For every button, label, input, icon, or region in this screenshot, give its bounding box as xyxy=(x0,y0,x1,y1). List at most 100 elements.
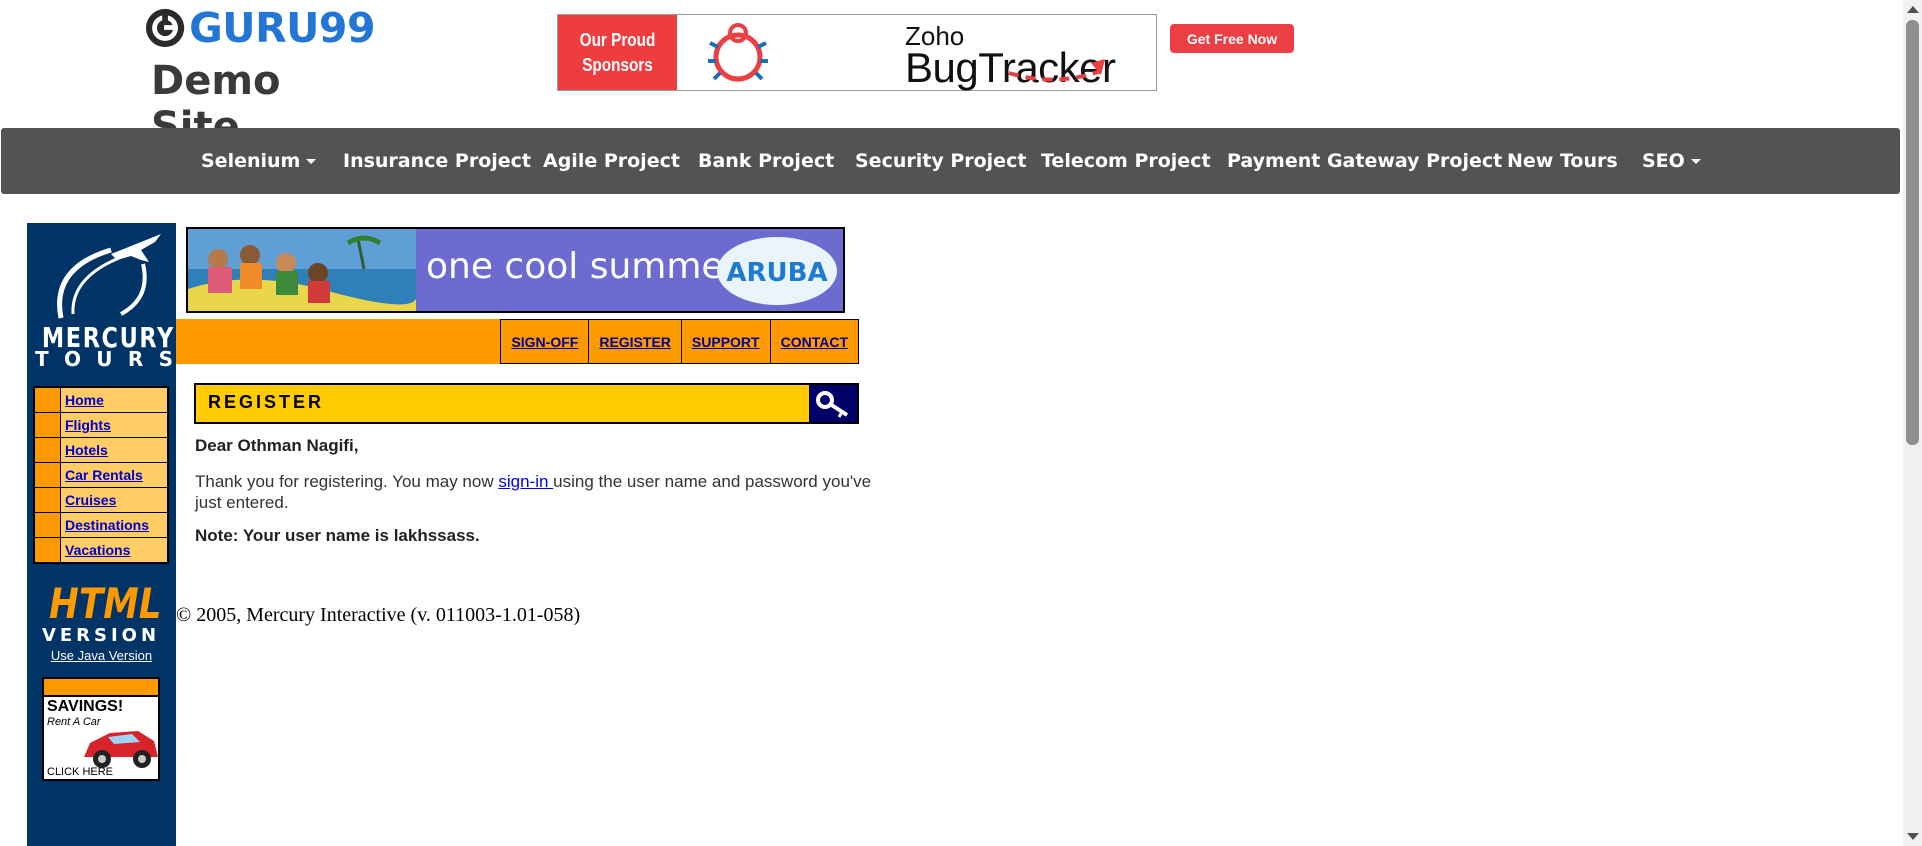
menu-row: Car Rentals xyxy=(35,463,167,487)
nav-seo-label: SEO xyxy=(1642,150,1685,172)
menu-link-hotels[interactable]: Hotels xyxy=(65,442,108,458)
guru99-logo[interactable]: GURU99 Demo Site xyxy=(145,4,375,150)
toolbar-links: SIGN-OFF REGISTER SUPPORT CONTACT xyxy=(500,319,859,364)
menu-bullet xyxy=(35,513,60,537)
nav-new-tours[interactable]: New Tours xyxy=(1507,128,1618,194)
nav-payment-gateway-project[interactable]: Payment Gateway Project xyxy=(1227,128,1502,194)
nav-seo[interactable]: SEO xyxy=(1642,128,1701,194)
nav-telecom-project[interactable]: Telecom Project xyxy=(1041,128,1211,194)
menu-link-car-rentals[interactable]: Car Rentals xyxy=(65,467,143,483)
rent-a-car-ad[interactable]: SAVINGS! Rent A Car CLICK HERE xyxy=(42,677,160,781)
sponsor-label: Our Proud Sponsors xyxy=(558,15,677,90)
aruba-banner-ad[interactable]: one cool summer ARUBA xyxy=(186,227,845,313)
scroll-down-icon[interactable] xyxy=(1907,833,1919,840)
vertical-scrollbar[interactable] xyxy=(1903,0,1922,846)
message-part: Thank you for registering. You may now xyxy=(195,472,499,491)
menu-bullet xyxy=(35,463,60,487)
menu-row: Cruises xyxy=(35,488,167,512)
menu-bullet xyxy=(35,488,60,512)
menu-link-home[interactable]: Home xyxy=(65,392,104,408)
sign-off-link[interactable]: SIGN-OFF xyxy=(511,334,578,350)
register-title: REGISTER xyxy=(208,392,325,412)
nav-agile-project[interactable]: Agile Project xyxy=(543,128,680,194)
sponsor-label-line2: Sponsors xyxy=(582,54,653,75)
sponsor-ad: Zoho BugTracker Get Free Now xyxy=(698,15,1294,91)
toolbar-cell: SIGN-OFF xyxy=(500,319,589,364)
dashed-arrow-icon xyxy=(1008,59,1105,82)
menu-row: Home xyxy=(35,388,167,412)
menu-bullet xyxy=(35,413,60,437)
svg-text:ARUBA: ARUBA xyxy=(726,258,827,288)
register-header: REGISTER xyxy=(194,383,859,424)
nav-insurance-project[interactable]: Insurance Project xyxy=(343,128,531,194)
html-version-badge: HTML VERSION xyxy=(41,579,162,659)
toolbar-cell: REGISTER xyxy=(588,319,681,364)
scrollbar-thumb[interactable] xyxy=(1906,20,1919,445)
beach-photo-icon xyxy=(188,229,416,311)
support-link[interactable]: SUPPORT xyxy=(692,334,760,350)
scroll-up-icon[interactable] xyxy=(1907,6,1919,13)
username-note: Note: Your user name is lakhssass. xyxy=(195,526,480,545)
toolbar-cell: SUPPORT xyxy=(680,319,770,364)
sponsor-banner[interactable]: Our Proud Sponsors Zoho BugTracker Get F… xyxy=(557,14,1294,91)
menu-cell: Hotels xyxy=(61,438,167,462)
menu-bullet xyxy=(35,538,60,562)
nav-security-project[interactable]: Security Project xyxy=(855,128,1026,194)
sponsor-label-line1: Our Proud xyxy=(579,29,656,50)
mercury-plane-logo-icon xyxy=(57,234,161,319)
caret-down-icon xyxy=(1690,159,1701,164)
html-badge-text: HTML xyxy=(49,579,162,628)
caret-down-icon xyxy=(306,159,317,164)
nav-selenium-label: Selenium xyxy=(201,150,301,172)
menu-cell: Home xyxy=(61,388,167,412)
ad-top-strip xyxy=(44,679,158,697)
copyright-text: © 2005, Mercury Interactive (v. 011003-1… xyxy=(176,604,581,626)
tours-letter: U xyxy=(96,347,113,371)
menu-row: Flights xyxy=(35,413,167,437)
ad-title: SAVINGS! xyxy=(47,698,124,715)
guru99-logo-icon xyxy=(145,8,185,48)
tours-letter: S xyxy=(158,347,173,371)
mercury-toolbar: SIGN-OFF REGISTER SUPPORT CONTACT xyxy=(176,319,859,364)
tours-letter: O xyxy=(63,347,81,371)
menu-link-vacations[interactable]: Vacations xyxy=(65,542,130,558)
register-link[interactable]: REGISTER xyxy=(599,334,671,350)
menu-link-flights[interactable]: Flights xyxy=(65,417,111,433)
main-navbar: Selenium Insurance Project Agile Project… xyxy=(1,128,1900,194)
menu-link-cruises[interactable]: Cruises xyxy=(65,492,116,508)
mercury-sidebar: MERCURY T O U R S Home Flights Hotels Ca… xyxy=(27,223,176,846)
menu-cell: Flights xyxy=(61,413,167,437)
nav-selenium[interactable]: Selenium xyxy=(201,128,317,194)
aruba-logo-icon: ARUBA xyxy=(717,237,837,305)
use-java-version-link[interactable]: Use Java Version xyxy=(27,648,176,663)
greeting-text: Dear Othman Nagifi, xyxy=(195,436,359,455)
bug-icon xyxy=(708,23,768,82)
menu-row: Destinations xyxy=(35,513,167,537)
tours-brand: T O U R S xyxy=(35,347,173,371)
tours-letter: T xyxy=(35,347,49,371)
sign-in-link[interactable]: sign-in xyxy=(498,472,553,491)
menu-bullet xyxy=(35,438,60,462)
registration-message: Thank you for registering. You may now s… xyxy=(195,471,875,513)
tours-letter: R xyxy=(127,347,144,371)
toolbar-cell: CONTACT xyxy=(769,319,859,364)
nav-bank-project[interactable]: Bank Project xyxy=(698,128,834,194)
car-icon xyxy=(84,731,158,768)
menu-cell: Destinations xyxy=(61,513,167,537)
menu-link-destinations[interactable]: Destinations xyxy=(65,517,149,533)
menu-cell: Car Rentals xyxy=(61,463,167,487)
logo-text: GURU99 xyxy=(189,4,375,52)
contact-link[interactable]: CONTACT xyxy=(781,334,848,350)
ad-click-here: CLICK HERE xyxy=(47,766,114,778)
menu-row: Vacations xyxy=(35,538,167,562)
mercury-side-menu: Home Flights Hotels Car Rentals Cruises … xyxy=(33,386,169,564)
menu-cell: Cruises xyxy=(61,488,167,512)
get-free-now-button[interactable]: Get Free Now xyxy=(1170,24,1294,53)
key-icon-box xyxy=(809,385,857,422)
banner-slogan: one cool summer xyxy=(426,246,739,287)
menu-bullet xyxy=(35,388,60,412)
logo-top: GURU99 xyxy=(145,4,375,52)
key-icon xyxy=(816,391,849,418)
menu-row: Hotels xyxy=(35,438,167,462)
version-badge-text: VERSION xyxy=(41,625,161,646)
